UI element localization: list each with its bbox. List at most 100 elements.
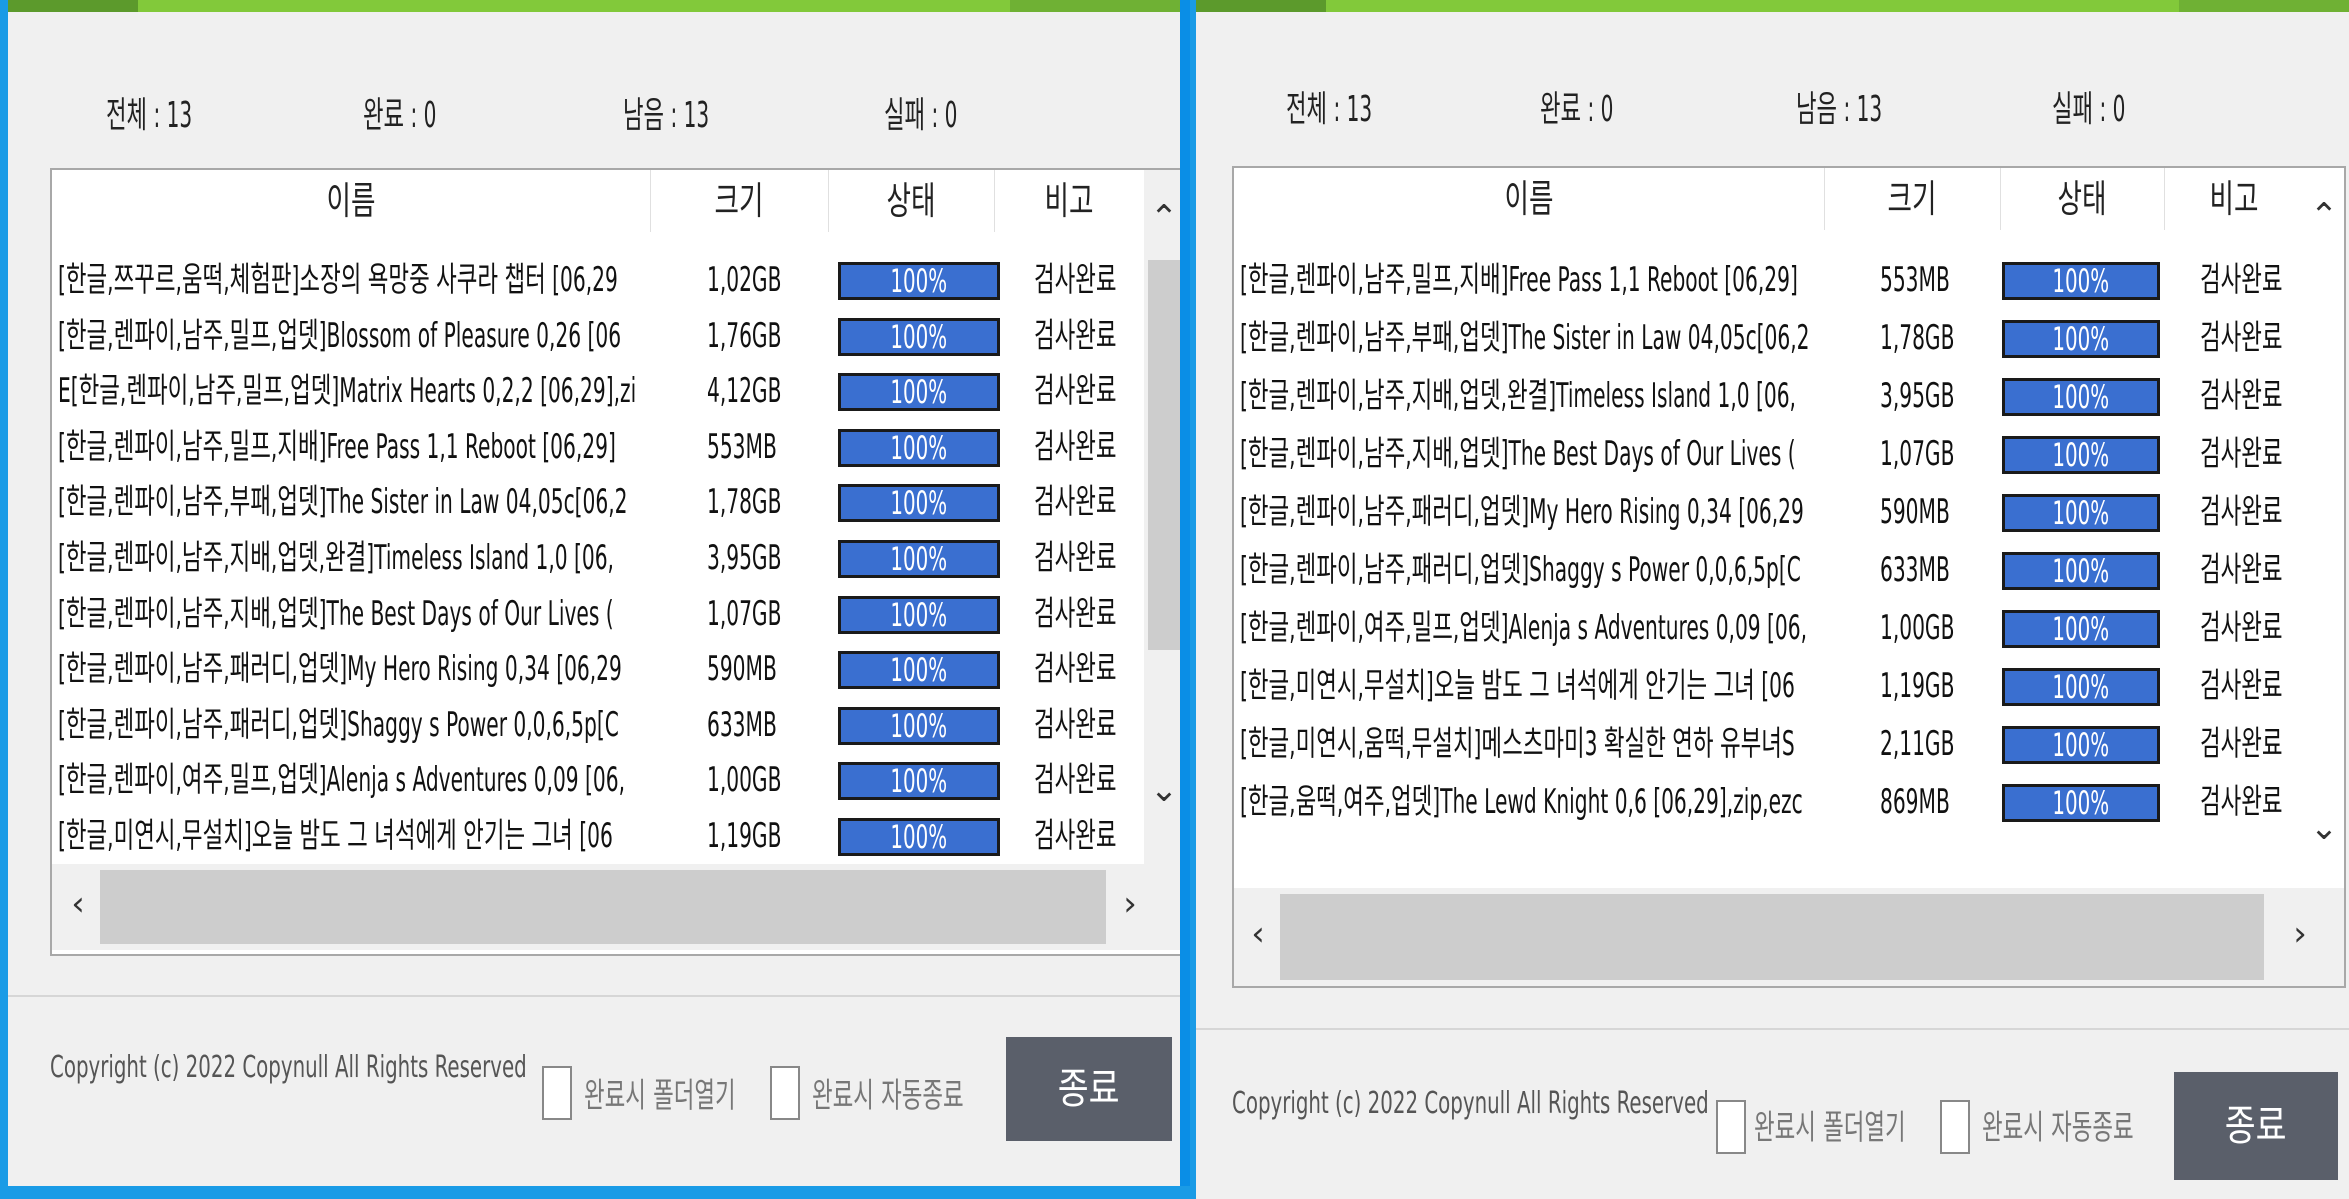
row-size: 1,02GB xyxy=(707,260,782,300)
table-row[interactable]: [한글,렌파이,남주,패러디,업뎃]My Hero Rising 0,34 [0… xyxy=(52,641,1144,697)
file-list[interactable]: 이름 크기 상태 비고 [한글,쯔꾸르,움떡,체험판]소장의 욕망중 사쿠라 챕… xyxy=(50,168,1180,956)
open-folder-label: 완료시 폴더열기 xyxy=(1754,1108,1906,1148)
table-row[interactable]: [한글,렌파이,남주,밀프,업뎃]Blossom of Pleasure 0,2… xyxy=(52,308,1144,364)
table-row[interactable]: [한글,렌파이,여주,밀프,업뎃]Alenja s Adventures 0,0… xyxy=(52,752,1144,808)
row-name: [한글,렌파이,남주,부패,업뎃]The Sister in Law 04,05… xyxy=(58,482,628,523)
close-button[interactable]: 종료 xyxy=(1006,1037,1172,1141)
progress-percent: 100% xyxy=(2052,784,2110,822)
title-bar xyxy=(8,0,1180,12)
table-row[interactable]: [한글,움떡,여주,업뎃]The Lewd Knight 0,6 [06,29]… xyxy=(1234,774,2304,830)
row-name: [한글,미연시,무설치]오늘 밤도 그 녀석에게 안기는 그녀 [06 xyxy=(58,816,613,856)
list-header: 이름 크기 상태 비고 xyxy=(52,170,1144,232)
progress-percent: 100% xyxy=(890,317,948,356)
row-size: 4,12GB xyxy=(707,371,782,412)
progress-bar: 100% xyxy=(838,428,1000,467)
column-header-note[interactable]: 비고 xyxy=(994,170,1144,232)
scroll-right-icon[interactable]: › xyxy=(2280,914,2320,954)
vertical-scroll-thumb[interactable] xyxy=(1148,260,1180,650)
row-size: 553MB xyxy=(1880,260,1950,300)
progress-percent: 100% xyxy=(2052,726,2110,764)
horizontal-scroll-thumb[interactable] xyxy=(1280,894,2264,980)
progress-percent: 100% xyxy=(890,651,948,690)
table-row[interactable]: [한글,렌파이,남주,패러디,업뎃]My Hero Rising 0,34 [0… xyxy=(1234,484,2304,540)
table-row[interactable]: [한글,렌파이,남주,부패,업뎃]The Sister in Law 04,05… xyxy=(52,474,1144,530)
table-row[interactable]: [한글,렌파이,남주,지배,업뎃]The Best Days of Our Li… xyxy=(52,586,1144,642)
column-header-name[interactable]: 이름 xyxy=(1234,168,1825,230)
scroll-right-icon[interactable]: › xyxy=(1110,884,1150,924)
row-size: 1,76GB xyxy=(707,315,782,356)
file-list[interactable]: 이름 크기 상태 비고 [한글,렌파이,남주,밀프,지배]Free Pass 1… xyxy=(1232,166,2346,988)
progress-percent: 100% xyxy=(2052,494,2110,532)
progress-percent: 100% xyxy=(890,706,948,745)
table-row[interactable]: [한글,미연시,무설치]오늘 밤도 그 녀석에게 안기는 그녀 [06 1,19G… xyxy=(52,808,1144,864)
progress-percent: 100% xyxy=(890,262,948,300)
scroll-down-icon[interactable]: ⌄ xyxy=(2304,808,2344,848)
column-header-size[interactable]: 크기 xyxy=(650,170,829,232)
progress-percent: 100% xyxy=(890,373,948,412)
row-size: 1,78GB xyxy=(707,482,782,523)
table-row[interactable]: [한글,렌파이,남주,지배,업뎃,완결]Timeless Island 1,0 … xyxy=(1234,368,2304,424)
progress-bar: 100% xyxy=(838,651,1000,690)
column-header-status[interactable]: 상태 xyxy=(828,170,995,232)
row-name: [한글,렌파이,남주,지배,업뎃]The Best Days of Our Li… xyxy=(1240,434,1796,474)
progress-bar: 100% xyxy=(838,540,1000,578)
row-name: [한글,렌파이,남주,부패,업뎃]The Sister in Law 04,05… xyxy=(1240,318,1810,358)
table-row[interactable]: [한글,렌파이,남주,부패,업뎃]The Sister in Law 04,05… xyxy=(1234,310,2304,366)
vertical-scrollbar[interactable]: ⌃ ⌄ xyxy=(2304,168,2344,888)
open-folder-checkbox[interactable] xyxy=(1716,1100,1746,1154)
close-button[interactable]: 종료 xyxy=(2174,1072,2338,1180)
scroll-left-icon[interactable]: ‹ xyxy=(1238,914,1278,954)
row-note: 검사완료 xyxy=(2200,782,2283,822)
row-note: 검사완료 xyxy=(2200,260,2283,300)
auto-close-checkbox[interactable] xyxy=(1940,1100,1970,1154)
column-header-note[interactable]: 비고 xyxy=(2164,168,2304,230)
row-name: [한글,쯔꾸르,움떡,체험판]소장의 욕망중 사쿠라 챕터 [06,29 xyxy=(58,260,618,300)
open-folder-checkbox[interactable] xyxy=(542,1066,572,1120)
row-name: [한글,미연시,무설치]오늘 밤도 그 녀석에게 안기는 그녀 [06 xyxy=(1240,666,1795,706)
horizontal-scroll-thumb[interactable] xyxy=(100,870,1106,944)
table-row[interactable]: [한글,렌파이,남주,지배,업뎃,완결]Timeless Island 1,0 … xyxy=(52,530,1144,586)
row-note: 검사완료 xyxy=(2200,376,2283,416)
row-name: [한글,렌파이,남주,패러디,업뎃]My Hero Rising 0,34 [0… xyxy=(58,649,622,690)
auto-close-checkbox[interactable] xyxy=(770,1066,800,1120)
table-row[interactable]: [한글,렌파이,남주,패러디,업뎃]Shaggy s Power 0,0,6,5… xyxy=(52,697,1144,753)
title-bar xyxy=(1196,0,2349,12)
row-note: 검사완료 xyxy=(2200,492,2283,532)
row-size: 1,19GB xyxy=(1880,666,1955,706)
list-header: 이름 크기 상태 비고 xyxy=(1234,168,2304,230)
progress-percent: 100% xyxy=(2052,552,2110,590)
horizontal-scrollbar[interactable]: ‹ › xyxy=(1234,888,2344,986)
scroll-down-icon[interactable]: ⌄ xyxy=(1144,770,1180,810)
stat-failed: 실패 : 0 xyxy=(2052,89,2126,130)
progress-bar: 100% xyxy=(2002,378,2160,416)
row-name: [한글,렌파이,남주,패러디,업뎃]Shaggy s Power 0,0,6,5… xyxy=(1240,550,1801,590)
vertical-scrollbar[interactable]: ⌃ ⌄ xyxy=(1144,170,1180,864)
column-header-size[interactable]: 크기 xyxy=(1824,168,2001,230)
row-note: 검사완료 xyxy=(1034,538,1117,578)
table-row[interactable]: [한글,미연시,무설치]오늘 밤도 그 녀석에게 안기는 그녀 [06 1,19G… xyxy=(1234,658,2304,714)
horizontal-scrollbar[interactable]: ‹ › xyxy=(52,864,1180,950)
table-row[interactable]: [한글,렌파이,남주,밀프,지배]Free Pass 1,1 Reboot [0… xyxy=(1234,252,2304,308)
table-row[interactable]: [한글,쯔꾸르,움떡,체험판]소장의 욕망중 사쿠라 챕터 [06,29 1,02… xyxy=(52,252,1144,308)
scroll-up-icon[interactable]: ⌃ xyxy=(1144,198,1180,238)
copyright-text: Copyright (c) 2022 Copynull All Rights R… xyxy=(1232,1086,1709,1121)
scroll-left-icon[interactable]: ‹ xyxy=(58,884,98,924)
row-size: 633MB xyxy=(1880,550,1950,590)
row-name: [한글,움떡,여주,업뎃]The Lewd Knight 0,6 [06,29]… xyxy=(1240,782,1803,822)
scroll-up-icon[interactable]: ⌃ xyxy=(2304,196,2344,236)
table-row[interactable]: [한글,미연시,움떡,무설치]메스츠마미3 확실한 연하 유부녀S 2,11GB 1… xyxy=(1234,716,2304,772)
table-row[interactable]: [한글,렌파이,여주,밀프,업뎃]Alenja s Adventures 0,0… xyxy=(1234,600,2304,656)
progress-percent: 100% xyxy=(2052,610,2110,648)
row-size: 2,11GB xyxy=(1880,724,1955,764)
progress-percent: 100% xyxy=(890,595,948,634)
column-header-status[interactable]: 상태 xyxy=(2000,168,2165,230)
column-header-name[interactable]: 이름 xyxy=(52,170,651,232)
progress-bar: 100% xyxy=(838,484,1000,523)
table-row[interactable]: [한글,렌파이,남주,패러디,업뎃]Shaggy s Power 0,0,6,5… xyxy=(1234,542,2304,598)
auto-close-label: 완료시 자동종료 xyxy=(812,1076,964,1116)
table-row[interactable]: E[한글,렌파이,남주,밀프,업뎃]Matrix Hearts 0,2,2 [0… xyxy=(52,363,1144,419)
table-row[interactable]: [한글,렌파이,남주,밀프,지배]Free Pass 1,1 Reboot [0… xyxy=(52,419,1144,475)
footer-divider xyxy=(1196,1028,2349,1030)
table-row[interactable]: [한글,렌파이,남주,지배,업뎃]The Best Days of Our Li… xyxy=(1234,426,2304,482)
progress-percent: 100% xyxy=(890,428,948,467)
